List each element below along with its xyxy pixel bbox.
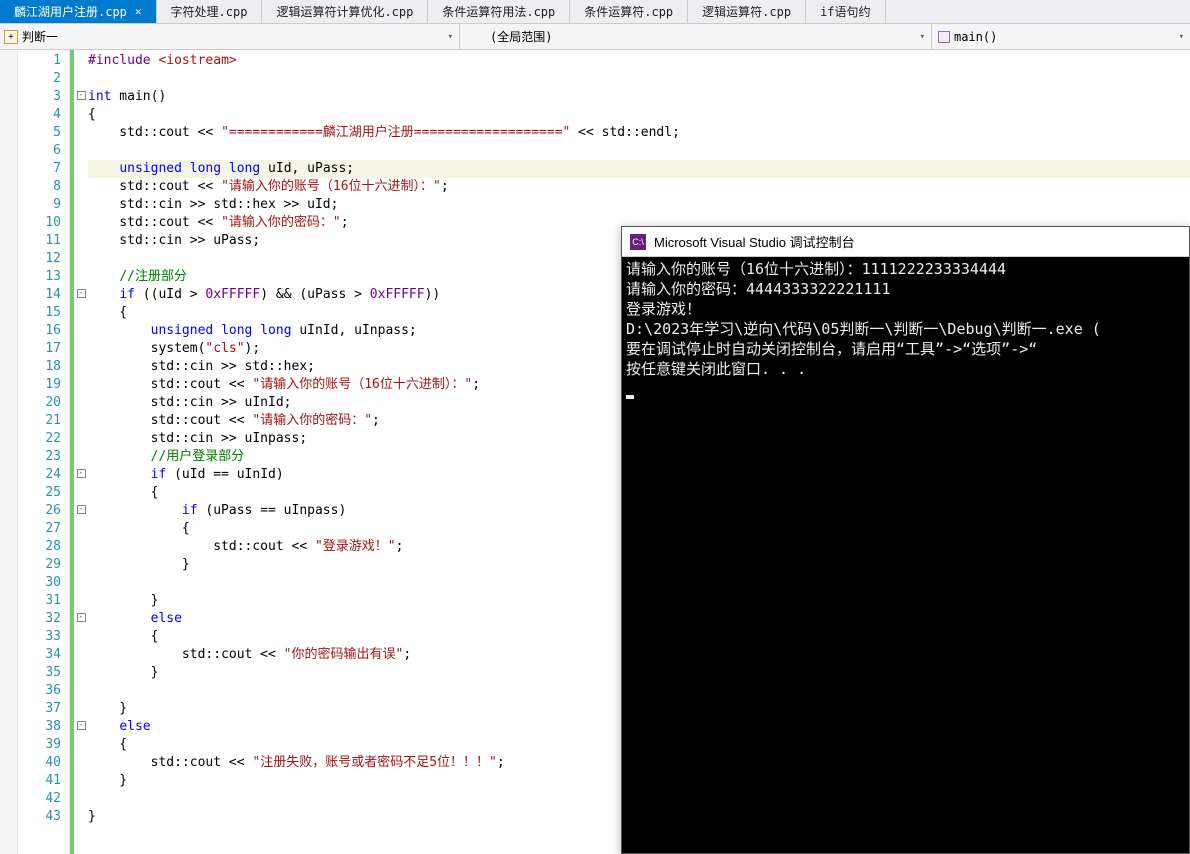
line-number: 9	[18, 196, 69, 214]
fold-icon[interactable]: -	[77, 505, 86, 514]
chevron-down-icon: ▾	[448, 32, 453, 42]
line-number-gutter: 1 2 3 4 5 6 7 8 9 10 11 12 13 14 15 16 1…	[18, 50, 70, 854]
close-icon[interactable]: ✕	[135, 5, 142, 18]
line-number: 27	[18, 520, 69, 538]
console-title-text: Microsoft Visual Studio 调试控制台	[654, 232, 855, 251]
line-number: 33	[18, 628, 69, 646]
tab-label: 逻辑运算符.cpp	[702, 3, 791, 20]
line-number: 13	[18, 268, 69, 286]
outline-column: - - - - - -	[74, 50, 88, 854]
line-number: 19	[18, 376, 69, 394]
function-scope-combo[interactable]: main() ▾	[932, 24, 1190, 49]
fold-icon[interactable]: -	[77, 613, 86, 622]
tab-file[interactable]: 条件运算符.cpp	[570, 0, 688, 23]
tab-label: if语句约	[820, 3, 870, 20]
line-number: 30	[18, 574, 69, 592]
line-number: 25	[18, 484, 69, 502]
line-number: 31	[18, 592, 69, 610]
tab-file[interactable]: 逻辑运算符计算优化.cpp	[262, 0, 428, 23]
vs-icon: C:\	[630, 234, 646, 250]
line-number: 43	[18, 808, 69, 826]
project-scope-combo[interactable]: + 判断一 ▾	[0, 24, 460, 49]
line-number: 3	[18, 88, 69, 106]
chevron-down-icon: ▾	[920, 32, 925, 42]
tab-label: 麟江湖用户注册.cpp	[14, 3, 127, 20]
scope-label: main()	[954, 30, 997, 44]
line-number: 22	[18, 430, 69, 448]
line-number: 42	[18, 790, 69, 808]
fold-icon[interactable]: -	[77, 289, 86, 298]
line-number: 20	[18, 394, 69, 412]
line-number: 2	[18, 70, 69, 88]
tab-label: 条件运算符用法.cpp	[442, 3, 555, 20]
console-output: 请输入你的账号（16位十六进制）：1111222233334444 请输入你的密…	[622, 257, 1189, 401]
line-number: 10	[18, 214, 69, 232]
fold-icon[interactable]: -	[77, 91, 86, 100]
line-number: 35	[18, 664, 69, 682]
class-scope-combo[interactable]: (全局范围) ▾	[460, 24, 932, 49]
line-number: 18	[18, 358, 69, 376]
line-number: 26	[18, 502, 69, 520]
tab-file[interactable]: 条件运算符用法.cpp	[428, 0, 570, 23]
line-number: 6	[18, 142, 69, 160]
tab-label: 条件运算符.cpp	[584, 3, 673, 20]
line-number: 14	[18, 286, 69, 304]
line-number: 12	[18, 250, 69, 268]
line-number: 38	[18, 718, 69, 736]
project-icon: +	[4, 30, 18, 44]
breakpoint-margin[interactable]	[0, 50, 18, 854]
cursor-icon	[626, 395, 634, 399]
console-titlebar[interactable]: C:\ Microsoft Visual Studio 调试控制台	[622, 227, 1189, 257]
tab-label: 字符处理.cpp	[171, 3, 248, 20]
scope-label: (全局范围)	[490, 28, 552, 45]
tab-file-active[interactable]: 麟江湖用户注册.cpp ✕	[0, 0, 157, 23]
tab-file[interactable]: if语句约	[806, 0, 885, 23]
line-number: 41	[18, 772, 69, 790]
line-number: 4	[18, 106, 69, 124]
line-number: 39	[18, 736, 69, 754]
line-number: 28	[18, 538, 69, 556]
fold-icon[interactable]: -	[77, 469, 86, 478]
line-number: 29	[18, 556, 69, 574]
line-number: 21	[18, 412, 69, 430]
line-number: 5	[18, 124, 69, 142]
line-number: 34	[18, 646, 69, 664]
line-number: 40	[18, 754, 69, 772]
line-number: 23	[18, 448, 69, 466]
tab-file[interactable]: 字符处理.cpp	[157, 0, 263, 23]
line-number: 7	[18, 160, 69, 178]
function-icon	[938, 31, 950, 43]
line-number: 1	[18, 52, 69, 70]
tab-label: 逻辑运算符计算优化.cpp	[276, 3, 413, 20]
navigation-bar: + 判断一 ▾ (全局范围) ▾ main() ▾	[0, 24, 1190, 50]
line-number: 11	[18, 232, 69, 250]
line-number: 36	[18, 682, 69, 700]
line-number: 32	[18, 610, 69, 628]
line-number: 24	[18, 466, 69, 484]
line-number: 37	[18, 700, 69, 718]
fold-icon[interactable]: -	[77, 721, 86, 730]
tab-file[interactable]: 逻辑运算符.cpp	[688, 0, 806, 23]
scope-label: 判断一	[22, 28, 58, 45]
line-number: 15	[18, 304, 69, 322]
line-number: 8	[18, 178, 69, 196]
line-number: 16	[18, 322, 69, 340]
line-number: 17	[18, 340, 69, 358]
debug-console-window[interactable]: C:\ Microsoft Visual Studio 调试控制台 请输入你的账…	[621, 226, 1190, 854]
chevron-down-icon: ▾	[1179, 32, 1184, 42]
file-tabs: 麟江湖用户注册.cpp ✕ 字符处理.cpp 逻辑运算符计算优化.cpp 条件运…	[0, 0, 1190, 24]
